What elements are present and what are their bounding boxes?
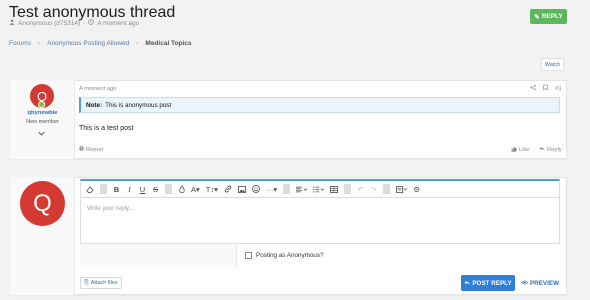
font-family-icon[interactable]: A▾ bbox=[191, 185, 200, 194]
strikethrough-icon[interactable]: S bbox=[152, 185, 159, 194]
reply-button[interactable]: ✎ REPLY bbox=[530, 9, 567, 24]
like-label: Like bbox=[519, 147, 530, 153]
anonymous-checkbox[interactable] bbox=[245, 252, 252, 259]
eraser-icon[interactable] bbox=[86, 186, 94, 193]
toolbar-divider bbox=[283, 184, 291, 194]
anonymous-label: Posting as Anonymous? bbox=[256, 252, 324, 259]
reply-avatar[interactable]: Q bbox=[20, 181, 65, 226]
chevron-right-icon: › bbox=[136, 40, 139, 47]
report-label: Report bbox=[86, 146, 104, 153]
toolbar-divider bbox=[100, 184, 107, 194]
breadcrumb-anonymous-posting[interactable]: Anonymous Posting Allowed bbox=[47, 40, 129, 47]
paperclip-icon: ⎘ bbox=[84, 279, 89, 286]
report-icon bbox=[79, 146, 84, 153]
preview-button-label: PREVIEW bbox=[529, 279, 560, 287]
post-body: This is a test post bbox=[79, 125, 134, 132]
font-size-icon[interactable]: T↕▾ bbox=[206, 185, 218, 194]
reply-editor[interactable] bbox=[80, 198, 560, 244]
undo-icon[interactable]: ↶ bbox=[357, 185, 364, 194]
post-reply-link[interactable]: Reply bbox=[539, 146, 562, 153]
chevron-down-icon[interactable] bbox=[38, 129, 45, 138]
redo-icon[interactable]: ↷ bbox=[370, 185, 377, 194]
clock-icon bbox=[88, 19, 95, 27]
more-options-icon[interactable]: ···▾ bbox=[266, 185, 277, 194]
link-icon[interactable] bbox=[224, 185, 232, 193]
bookmark-icon[interactable] bbox=[543, 84, 548, 93]
bold-icon[interactable]: B bbox=[113, 185, 120, 194]
breadcrumb-medical-topics[interactable]: Medical Topics bbox=[145, 40, 191, 47]
online-indicator-icon bbox=[38, 101, 45, 108]
thumbs-up-icon bbox=[511, 146, 517, 154]
share-icon[interactable] bbox=[530, 84, 536, 93]
note-label: Note: bbox=[86, 101, 103, 109]
post-tools: #1 bbox=[530, 84, 562, 93]
report-link[interactable]: Report bbox=[79, 146, 103, 153]
note-text: This is anonymous post bbox=[105, 101, 172, 109]
align-icon[interactable] bbox=[296, 186, 308, 193]
user-icon bbox=[9, 19, 15, 27]
anonymous-checkbox-row[interactable]: Posting as Anonymous? bbox=[245, 252, 324, 259]
reply-button-label: REPLY bbox=[541, 13, 563, 20]
underline-icon[interactable]: U bbox=[139, 185, 146, 194]
editor-toolbar: B I U S A▾ T↕▾ ···▾ ↶ ↷ ⚙ bbox=[80, 179, 560, 198]
preview-button[interactable]: PREVIEW bbox=[519, 275, 561, 291]
image-icon[interactable] bbox=[238, 185, 246, 193]
list-icon[interactable] bbox=[313, 186, 325, 193]
post-number[interactable]: #1 bbox=[555, 86, 562, 92]
post-reply-button-label: POST REPLY bbox=[472, 279, 512, 287]
thread-author[interactable]: Anonymous (d75314) bbox=[18, 20, 80, 27]
user-role: New member bbox=[26, 119, 59, 125]
pencil-icon: ✎ bbox=[534, 13, 540, 21]
breadcrumb-forums[interactable]: Forums bbox=[9, 40, 31, 47]
anonymous-note: Note: This is anonymous post bbox=[79, 97, 560, 113]
form-options-left bbox=[80, 244, 237, 268]
chevron-right-icon: › bbox=[38, 40, 41, 47]
post-reply-label: Reply bbox=[547, 146, 562, 153]
table-icon[interactable] bbox=[330, 185, 339, 193]
reply-arrow-icon bbox=[464, 280, 471, 287]
attach-files-label: Attach files bbox=[90, 280, 118, 286]
post-reply-button[interactable]: POST REPLY bbox=[461, 275, 515, 291]
attach-files-button[interactable]: ⎘ Attach files bbox=[80, 277, 122, 289]
eye-icon bbox=[520, 280, 529, 287]
watch-button[interactable]: Watch bbox=[541, 58, 564, 71]
meta-separator: · bbox=[83, 19, 86, 27]
post-time[interactable]: A moment ago bbox=[79, 86, 116, 92]
emoji-icon[interactable] bbox=[252, 185, 260, 193]
toolbar-divider bbox=[165, 184, 172, 194]
breadcrumb: Forums › Anonymous Posting Allowed › Med… bbox=[9, 40, 192, 47]
thread-time[interactable]: A moment ago bbox=[97, 20, 139, 27]
reply-arrow-icon bbox=[539, 146, 545, 153]
thread-meta: Anonymous (d75314) · A moment ago bbox=[9, 19, 139, 27]
text-color-icon[interactable] bbox=[178, 185, 185, 193]
like-link[interactable]: Like bbox=[511, 146, 530, 154]
toolbar-divider bbox=[383, 184, 391, 194]
reply-placeholder: Write your reply... bbox=[87, 206, 134, 212]
toolbar-divider bbox=[344, 184, 352, 194]
drafts-icon[interactable] bbox=[396, 185, 408, 193]
post-username[interactable]: qbynewbie bbox=[10, 110, 75, 116]
italic-icon[interactable]: I bbox=[126, 185, 133, 194]
settings-icon[interactable]: ⚙ bbox=[413, 185, 420, 194]
